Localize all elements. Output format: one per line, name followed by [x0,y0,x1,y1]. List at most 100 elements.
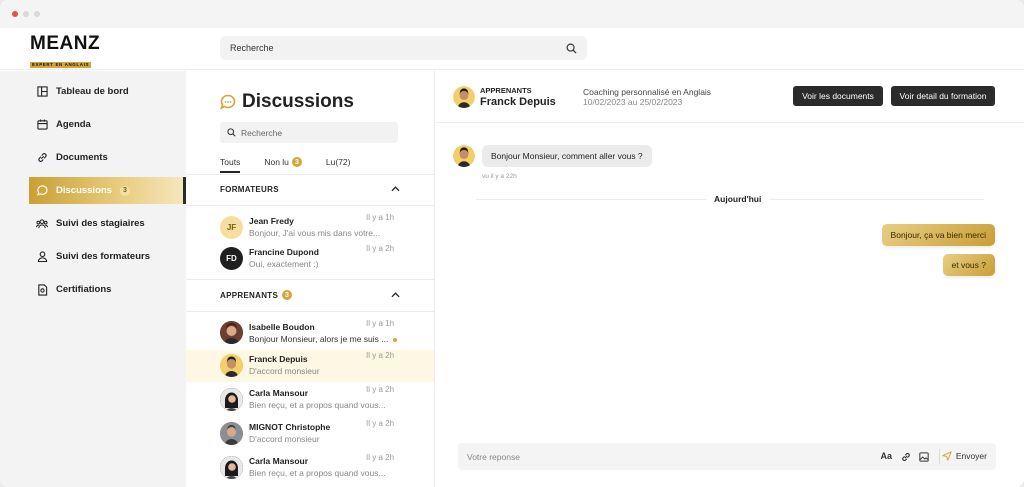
close-window-dot[interactable] [12,11,18,17]
calendar-icon [36,119,48,131]
divider [186,205,434,206]
unread-indicator [393,338,397,342]
chat-icon [36,185,48,197]
tab-label: Touts [220,157,241,167]
sidebar-item-suivi-stagiaires[interactable]: Suivi des stagiaires [29,210,186,237]
reply-composer[interactable]: Votre reponse Aa Envoyer [458,443,996,470]
maximize-window-dot[interactable] [34,11,40,17]
dashboard-icon [36,86,48,98]
conversation-row[interactable]: MIGNOT Christophe D'accord monsieur Il y… [186,418,434,450]
tab-label: Non lu [264,157,289,167]
group-icon [36,218,48,230]
avatar [220,388,243,411]
last-message: Bonjour Monsieur, alors je me suis ... [249,334,389,344]
sidebar-item-suivi-formateurs[interactable]: Suivi des formateurs [29,243,186,270]
sidebar-item-label: Certifiations [56,284,112,295]
global-search-input[interactable]: Recherche [220,36,587,60]
avatar [220,456,243,479]
view-formation-button[interactable]: Voir detail du formation [891,86,995,106]
sidebar-item-label: Suivi des formateurs [56,251,150,262]
conversation-row[interactable]: Carla Mansour Bien reçu, et a propos qua… [186,384,434,416]
contact-name: Jean Fredy [249,216,294,226]
sidebar-item-documents[interactable]: Documents [29,144,186,171]
outgoing-message: et vous ? [942,254,995,276]
unread-count-badge: 3 [291,157,302,167]
tab-read[interactable]: Lu(72) [326,157,351,173]
apprenants-section-header[interactable]: APPRENANTS 3 [220,288,400,302]
conversation-row-selected[interactable]: Franck Depuis D'accord monsieur Il y a 2… [186,350,434,382]
search-icon[interactable] [566,43,577,54]
message-time: Il y a 2h [366,419,395,428]
section-title-group: APPRENANTS 3 [220,290,293,300]
sidebar-item-label: Discussions [56,185,112,196]
contact-avatar[interactable] [453,86,475,108]
attach-link-icon[interactable] [901,452,911,462]
conversation-row[interactable]: FD Francine Dupond Oui, exactement :) Il… [186,243,434,275]
section-title: APPRENANTS [220,290,279,300]
avatar [220,354,243,377]
sidebar-item-dashboard[interactable]: Tableau de bord [29,78,186,105]
sidebar: Tableau de bord Agenda Documents Discuss… [0,71,186,487]
last-message: Bien reçu, et a propos quand vous... [249,400,386,410]
chat-panel: APPRENANTS Franck Depuis Coaching person… [436,71,1024,487]
divider [186,174,434,175]
conversation-row[interactable]: Carla Mansour Bien reçu, et a propos qua… [186,452,434,484]
last-message: Bonjour, J'ai vous mis dans votre... [249,228,381,238]
contact-name: MIGNOT Christophe [249,422,331,432]
divider [939,449,940,464]
conversation-tabs: Touts Non lu 3 Lu(72) [220,157,374,173]
conversation-search-input[interactable]: Recherche [220,122,398,143]
contact-role: APPRENANTS [480,86,532,95]
send-button[interactable]: Envoyer [942,451,987,461]
contact-name: Carla Mansour [249,388,309,398]
course-dates: 10/02/2023 au 25/02/2023 [583,97,683,107]
contact-name: Franck Depuis [480,96,556,108]
contact-name: Franck Depuis [249,354,308,364]
contact-name: Francine Dupond [249,247,319,257]
image-icon[interactable] [919,452,929,462]
formateurs-section-header[interactable]: FORMATEURS [220,182,400,196]
user-icon [36,251,48,263]
chevron-up-icon[interactable] [391,186,400,192]
discussions-unread-badge: 3 [119,185,130,196]
message-time: Il y a 2h [366,351,395,360]
course-title: Coaching personnalisé en Anglais [583,87,712,97]
message-time: Il y a 2h [366,244,395,253]
avatar: FD [220,247,243,270]
window-titlebar [0,0,1024,28]
incoming-message: Bonjour Monsieur, comment aller vous ? [482,145,652,167]
contact-name: Isabelle Boudon [249,322,315,332]
sidebar-item-certifications[interactable]: Certifiations [29,276,186,303]
divider [186,311,434,312]
sidebar-item-discussions[interactable]: Discussions 3 [29,177,186,204]
chevron-up-icon[interactable] [391,292,400,298]
brand-logo[interactable]: MEANZ EXPERT EN ANGLAIS [30,33,101,71]
tab-all[interactable]: Touts [220,157,241,173]
message-time: Il y a 2h [366,385,395,394]
day-label: Aujourd'hui [706,194,770,204]
brand-tagline: EXPERT EN ANGLAIS [30,62,92,68]
search-icon [227,128,236,137]
outgoing-message: Bonjour, ça va bien merci [881,224,995,246]
sidebar-item-agenda[interactable]: Agenda [29,111,186,138]
sender-avatar [453,145,475,167]
send-icon [942,451,952,461]
last-message: D'accord monsieur [249,434,320,444]
message-time: Il y a 1h [366,213,395,222]
message-seen-time: vu il y a 22h [482,173,517,180]
avatar [220,321,243,344]
view-documents-button[interactable]: Voir les documents [793,86,883,106]
link-icon [36,152,48,164]
text-format-icon[interactable]: Aa [880,451,892,461]
conversation-search-placeholder: Recherche [241,127,283,138]
app-window: MEANZ EXPERT EN ANGLAIS Recherche Tablea… [0,0,1024,487]
last-message: Oui, exactement :) [249,259,319,269]
section-title: FORMATEURS [220,184,279,194]
conversation-row[interactable]: Isabelle Boudon Bonjour Monsieur, alors … [186,318,434,350]
brand-name: MEANZ [30,33,101,54]
tab-unread[interactable]: Non lu 3 [264,157,302,173]
reply-input[interactable]: Votre reponse [467,452,520,462]
global-search-placeholder: Recherche [230,43,274,53]
conversation-row[interactable]: JF Jean Fredy Bonjour, J'ai vous mis dan… [186,212,434,244]
minimize-window-dot[interactable] [23,11,29,17]
